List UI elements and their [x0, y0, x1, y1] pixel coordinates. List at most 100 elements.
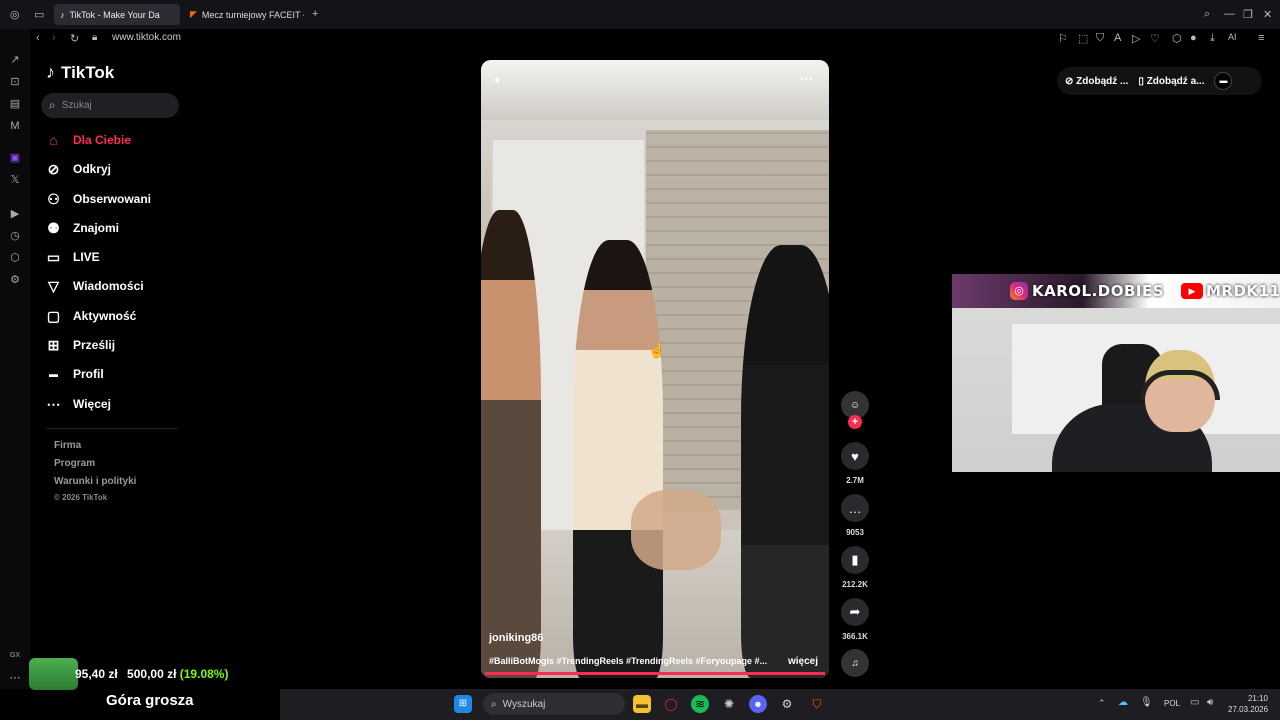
compass-icon: ⊘ — [47, 160, 60, 177]
comment-button[interactable]: … — [841, 494, 869, 522]
tab-tiktok[interactable]: ♪ TikTok - Make Your Da — [54, 4, 180, 25]
tray-chevron-icon[interactable]: ⌃ — [1098, 698, 1106, 709]
search-placeholder: Szukaj — [61, 100, 92, 111]
faceit-app-icon[interactable]: ⛉ — [808, 695, 826, 713]
footer-terms[interactable]: Warunki i polityki — [54, 476, 136, 487]
extensions-sidebar-icon[interactable]: ⬡ — [8, 251, 22, 265]
shield-icon[interactable]: ⛉ — [1096, 32, 1104, 45]
player-icon[interactable]: ▶ — [8, 207, 22, 221]
discord-icon[interactable]: ☻ — [749, 695, 767, 713]
extensions-icon[interactable]: ⬡ — [1172, 32, 1182, 45]
opera-gx-icon[interactable]: ◯ — [662, 695, 680, 713]
heart-icon: ♥ — [851, 448, 859, 464]
chatgpt-icon[interactable]: ✺ — [720, 695, 738, 713]
heart-outline-icon[interactable]: ♡ — [1150, 32, 1160, 45]
share-count: 366.1K — [842, 632, 868, 641]
youtube-icon: ▶ — [1181, 283, 1203, 299]
spotify-icon[interactable]: ≋ — [691, 695, 709, 713]
nav-for-you[interactable]: ⌂ Dla Ciebie — [46, 130, 131, 150]
nav-explore[interactable]: ⊘ Odkryj — [46, 159, 111, 179]
keyboard-language[interactable]: POL — [1164, 699, 1180, 708]
file-explorer-icon[interactable]: ▬ — [633, 695, 651, 713]
x-icon[interactable]: 𝕏 — [8, 173, 22, 187]
nav-label: Obserwowani — [73, 192, 152, 206]
nav-following[interactable]: ⚇ Obserwowani — [46, 189, 151, 209]
nav-label: Znajomi — [73, 221, 120, 235]
get-coins-button[interactable]: ⊘ Zdobądź ... — [1065, 76, 1128, 87]
forward-icon[interactable]: › — [52, 32, 56, 44]
network-icon[interactable]: ▭ — [1190, 697, 1199, 708]
nav-live[interactable]: ▭ LIVE — [46, 247, 100, 267]
footer-program[interactable]: Program — [54, 458, 95, 469]
tab-switcher-icon[interactable]: ▭ — [34, 8, 44, 21]
onedrive-icon[interactable]: ☁ — [1118, 697, 1128, 708]
profile-account-icon[interactable]: ● — [1190, 32, 1197, 44]
nav-more[interactable]: ⋯ Więcej — [46, 394, 111, 414]
aria-ai-icon[interactable]: AI — [1228, 32, 1237, 42]
like-button[interactable]: ♥ — [841, 442, 869, 470]
menu-icon[interactable]: ≡ — [1258, 32, 1264, 44]
messenger-icon[interactable]: M — [8, 119, 22, 133]
video-username[interactable]: joniking86 — [489, 632, 543, 644]
taskbar-search[interactable]: ⌕ Wyszukaj — [483, 693, 625, 715]
close-icon[interactable]: ✕ — [1263, 8, 1272, 21]
download-icon[interactable]: ⤓ — [1210, 32, 1215, 45]
speaker-icon[interactable]: 🔊︎ — [1207, 697, 1213, 708]
twitch-icon[interactable]: ▣ — [8, 151, 22, 165]
aria-ai-label: AI — [1228, 32, 1237, 42]
instagram-icon: ◎ — [1010, 282, 1028, 300]
new-tab-icon[interactable]: + — [312, 8, 318, 20]
windows-start-icon[interactable]: ⊞ — [454, 695, 472, 713]
flow-icon[interactable]: ↗ — [8, 53, 22, 67]
tiktok-logo[interactable]: ♪ TikTok — [46, 62, 114, 83]
translate-icon[interactable]: A — [1114, 32, 1121, 44]
opera-menu-icon[interactable]: ◎ — [10, 8, 20, 21]
pinboard-icon[interactable]: ▤ — [8, 97, 22, 111]
wallet-icon[interactable]: ⊡ — [8, 75, 22, 89]
goal-percent: (19.08%) — [179, 667, 229, 681]
system-clock[interactable]: 21:10 27.03.2026 — [1228, 693, 1268, 715]
steam-icon[interactable]: ⚙ — [778, 695, 796, 713]
instagram-handle: ◎ KAROL.DOBIES — [1010, 282, 1164, 300]
footer-company[interactable]: Firma — [54, 440, 81, 451]
more-sidebar-icon[interactable]: ⋯ — [8, 671, 22, 685]
snapshot-icon[interactable]: ⬚ — [1078, 32, 1088, 45]
play-icon[interactable]: ▷ — [1132, 32, 1140, 45]
lock-icon: 🔒︎ — [92, 32, 98, 43]
search-input[interactable]: ⌕ Szukaj — [41, 93, 179, 118]
url-text[interactable]: www.tiktok.com — [112, 32, 181, 43]
search-tabs-icon[interactable]: ⌕ — [1204, 8, 1210, 21]
gx-icon[interactable]: GX — [8, 649, 22, 663]
nav-label: LIVE — [73, 250, 100, 264]
nav-profile[interactable]: ▬ Profil — [46, 364, 104, 384]
music-disc[interactable]: ♫ — [841, 649, 869, 677]
nav-friends[interactable]: ⚉ Znajomi — [46, 218, 119, 238]
user-avatar[interactable]: ▬ — [1214, 72, 1233, 90]
reload-icon[interactable]: ↻ — [70, 32, 79, 45]
nav-label: Odkryj — [73, 162, 112, 176]
minimize-icon[interactable]: — — [1224, 8, 1235, 20]
video-more-link[interactable]: więcej — [788, 656, 818, 667]
bookmark-icon[interactable]: ⚐ — [1058, 32, 1068, 45]
instagram-handle-text: KAROL.DOBIES — [1032, 282, 1165, 300]
restore-icon[interactable]: ❐ — [1243, 8, 1253, 21]
microphone-icon[interactable]: 🎙︎ — [1140, 697, 1153, 708]
tab-faceit[interactable]: ◤ Mecz turniejowy FACEIT - — [184, 4, 304, 25]
nav-upload[interactable]: ⊞ Prześlij — [46, 335, 115, 355]
follow-plus-icon[interactable]: + — [848, 415, 862, 429]
get-app-button[interactable]: ▯ Zdobądź a... — [1138, 76, 1204, 87]
back-icon[interactable]: ‹ — [36, 32, 40, 44]
save-button[interactable]: ▮ — [841, 546, 869, 574]
nav-messages[interactable]: ▽ Wiadomości — [46, 276, 143, 296]
video-player[interactable]: 🔈︎ ⋯ joniking86 #BalliBotMogis #Trending… — [481, 60, 829, 678]
share-button[interactable]: ➦ — [841, 598, 869, 626]
video-progress-bar[interactable] — [485, 672, 825, 675]
video-hashtags[interactable]: #BalliBotMogis #TrendingReels #TrendingR… — [489, 656, 779, 666]
video-options-icon[interactable]: ⋯ — [799, 70, 813, 87]
nav-activity[interactable]: ▢ Aktywność — [46, 306, 136, 326]
settings-icon[interactable]: ⚙ — [8, 273, 22, 287]
music-disc-icon: ♫ — [851, 657, 859, 669]
tab-label: TikTok - Make Your Da — [69, 9, 160, 20]
history-icon[interactable]: ◷ — [8, 229, 22, 243]
volume-icon[interactable]: 🔈︎ — [495, 72, 503, 88]
